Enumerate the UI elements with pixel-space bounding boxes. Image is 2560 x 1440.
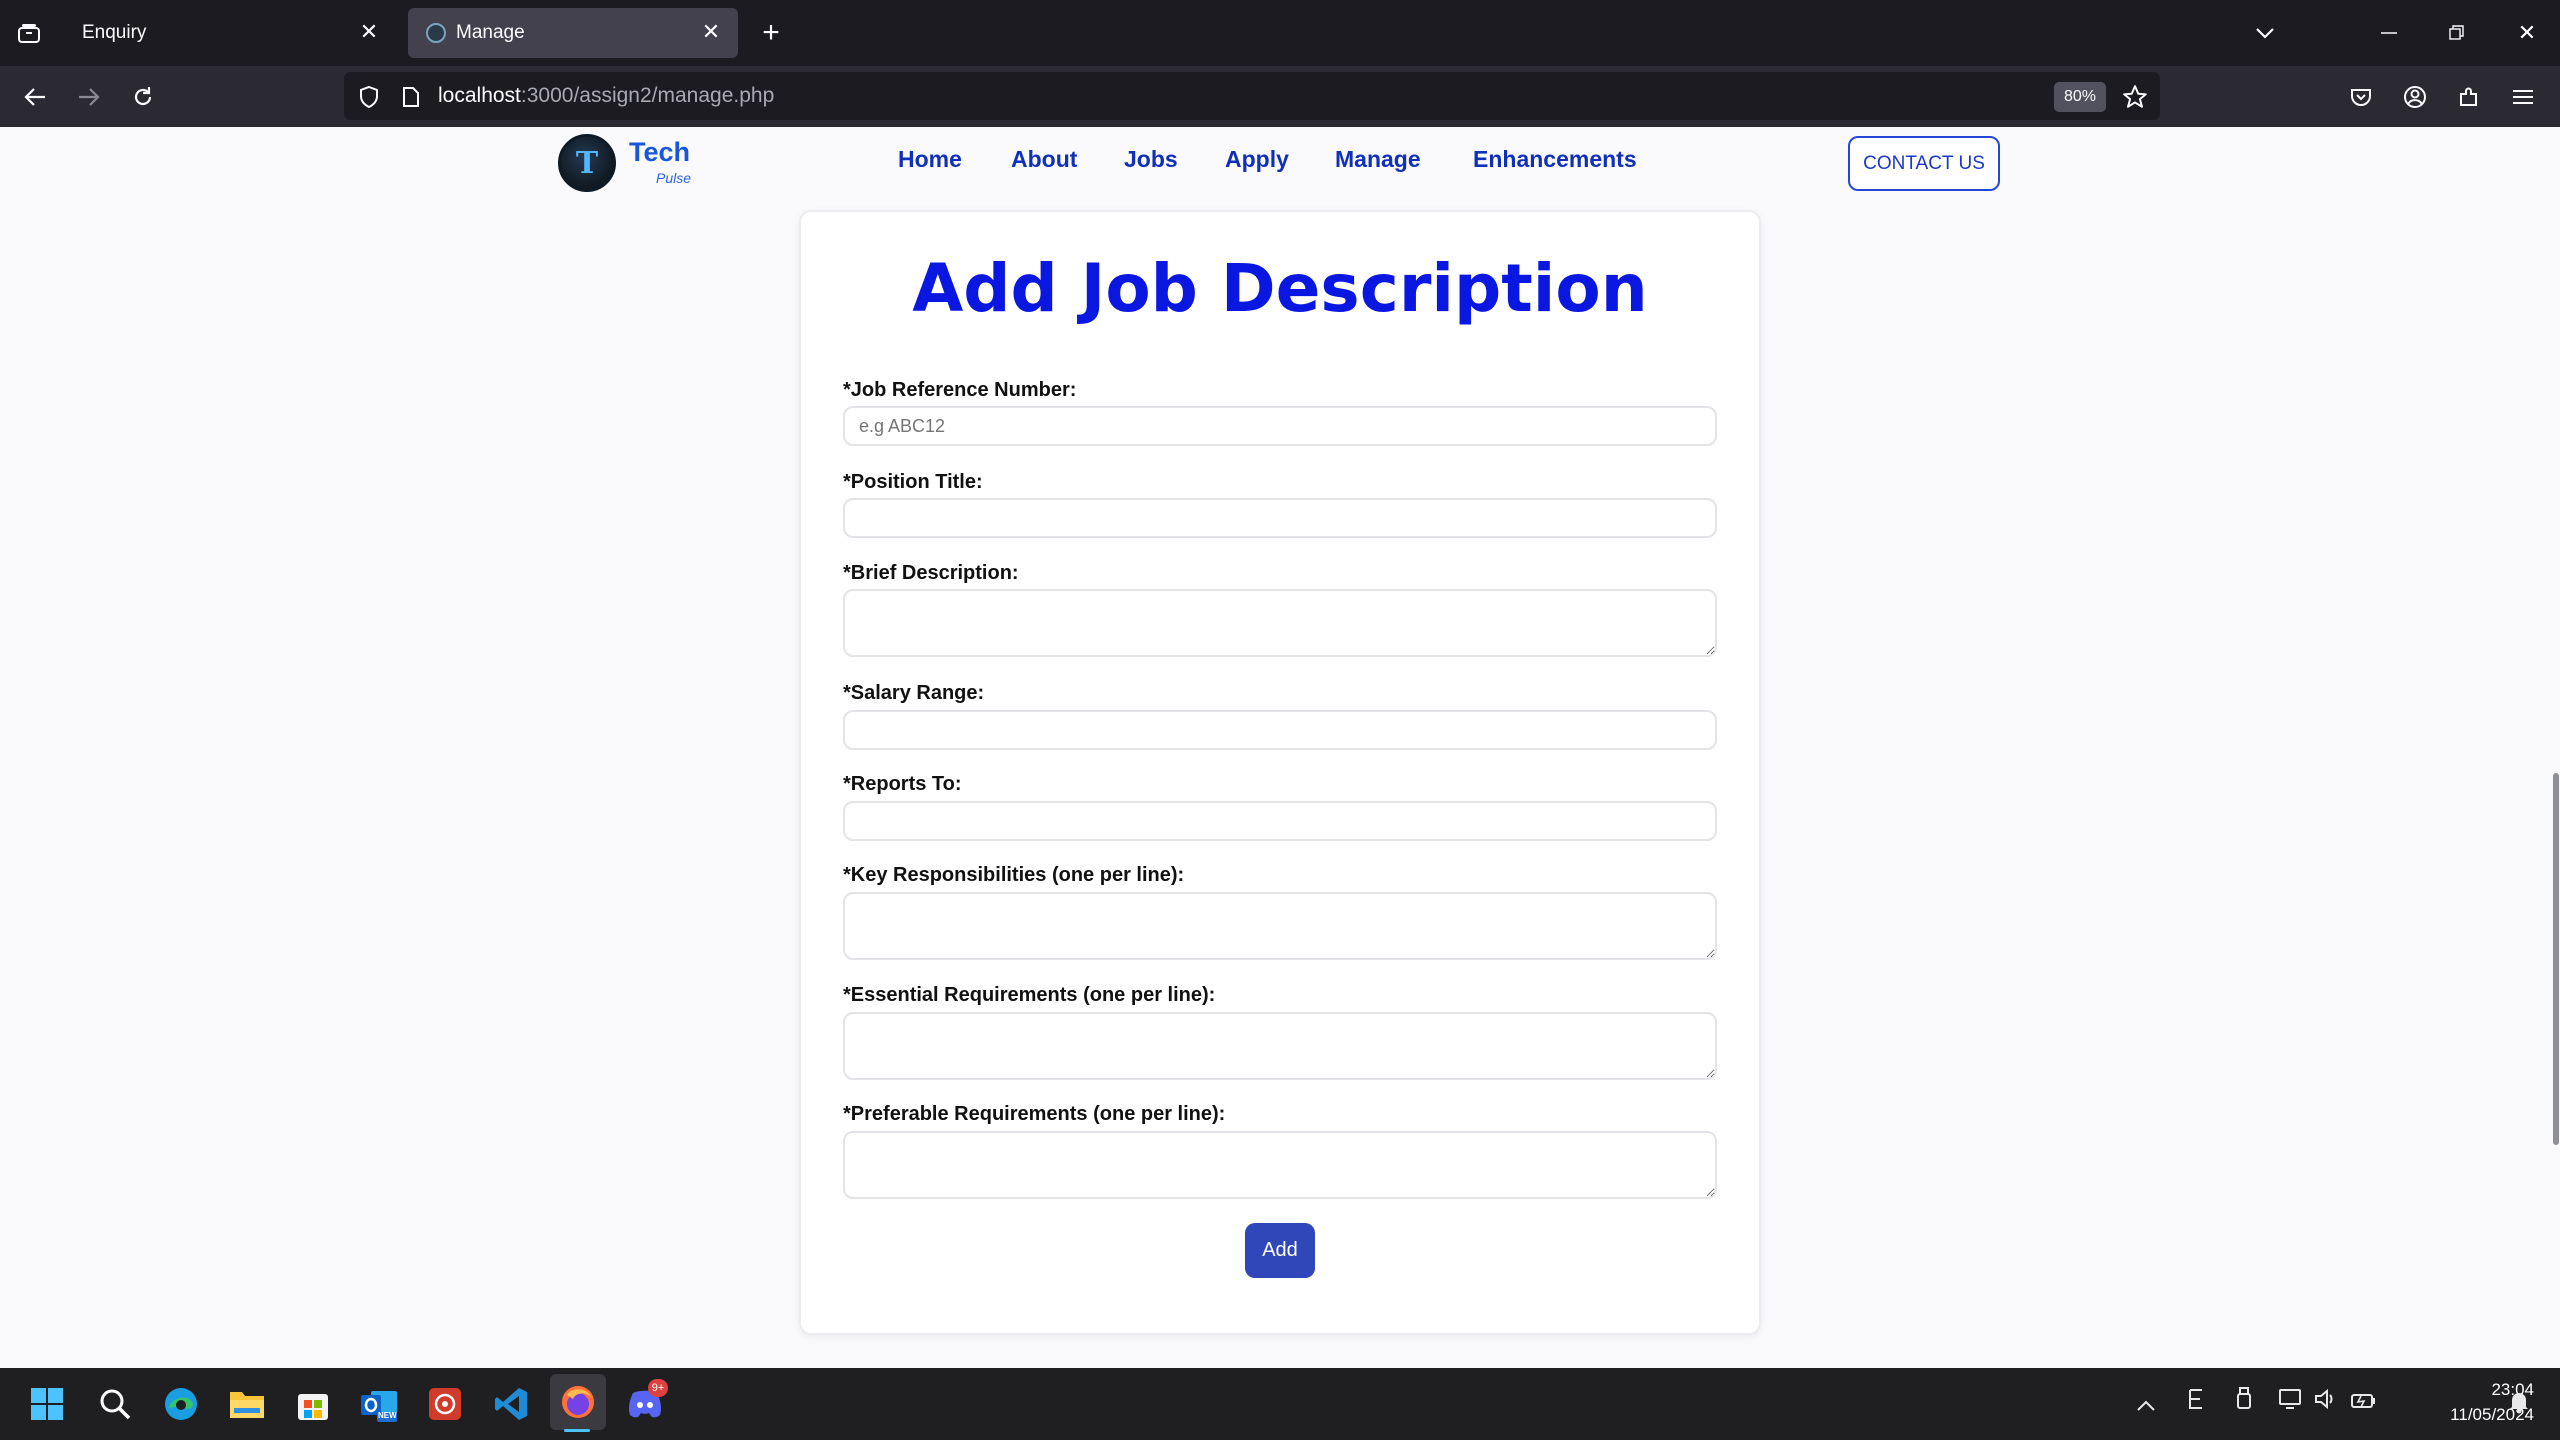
tab-title: Enquiry bbox=[82, 22, 147, 43]
tab-list-icon[interactable] bbox=[14, 18, 44, 48]
reports-to-label: *Reports To: bbox=[843, 773, 962, 795]
bookmark-star-icon[interactable] bbox=[2120, 82, 2150, 112]
position-title-label: *Position Title: bbox=[843, 471, 983, 493]
favicon-icon bbox=[426, 23, 446, 43]
zoom-level[interactable]: 80% bbox=[2054, 82, 2106, 112]
reload-icon[interactable] bbox=[126, 80, 160, 114]
close-window-icon[interactable]: ✕ bbox=[2512, 18, 2542, 48]
brief-description-label: *Brief Description: bbox=[843, 562, 1019, 584]
nav-home[interactable]: Home bbox=[898, 146, 962, 173]
search-icon[interactable] bbox=[94, 1383, 136, 1425]
firefox-icon[interactable] bbox=[550, 1374, 606, 1430]
page-title: Add Job Description bbox=[912, 250, 1648, 327]
new-tab-icon[interactable]: + bbox=[756, 16, 786, 49]
job-ref-label: *Job Reference Number: bbox=[843, 379, 1077, 401]
logo-subtext: Pulse bbox=[656, 170, 692, 186]
contact-us-button[interactable]: CONTACT US bbox=[1848, 136, 2000, 191]
store-icon[interactable] bbox=[292, 1383, 334, 1425]
account-icon[interactable] bbox=[2400, 82, 2430, 112]
back-icon[interactable] bbox=[18, 80, 52, 114]
app-red-icon[interactable] bbox=[424, 1383, 466, 1425]
tab-title: Manage bbox=[456, 22, 525, 43]
nav-about[interactable]: About bbox=[1011, 146, 1077, 173]
salary-range-input[interactable] bbox=[843, 710, 1717, 750]
restore-icon[interactable] bbox=[2442, 18, 2472, 48]
shield-icon[interactable] bbox=[354, 82, 384, 112]
chevron-down-icon[interactable] bbox=[2250, 18, 2280, 48]
tab-enquiry[interactable]: Enquiry ✕ bbox=[64, 8, 396, 58]
preferable-requirements-textarea[interactable] bbox=[843, 1131, 1717, 1199]
volume-icon[interactable] bbox=[2314, 1388, 2338, 1416]
pocket-icon[interactable] bbox=[2346, 82, 2376, 112]
page-icon[interactable] bbox=[396, 82, 426, 112]
key-responsibilities-textarea[interactable] bbox=[843, 892, 1717, 960]
salary-range-label: *Salary Range: bbox=[843, 682, 985, 704]
network-icon[interactable] bbox=[2278, 1388, 2304, 1416]
battery-icon[interactable] bbox=[2350, 1390, 2376, 1416]
forward-icon[interactable] bbox=[72, 80, 106, 114]
preferable-requirements-label: *Preferable Requirements (one per line): bbox=[843, 1103, 1226, 1125]
keyboard-icon[interactable] bbox=[2188, 1388, 2206, 1416]
tab-manage[interactable]: Manage ✕ bbox=[408, 8, 738, 58]
minimize-icon[interactable] bbox=[2374, 18, 2404, 48]
nav-jobs[interactable]: Jobs bbox=[1124, 146, 1178, 173]
add-button[interactable]: Add bbox=[1245, 1223, 1315, 1278]
file-explorer-icon[interactable] bbox=[226, 1383, 268, 1425]
key-responsibilities-label: *Key Responsibilities (one per line): bbox=[843, 864, 1185, 886]
essential-requirements-textarea[interactable] bbox=[843, 1012, 1717, 1080]
outlook-badge: NEW bbox=[378, 1411, 397, 1420]
nav-enhancements[interactable]: Enhancements bbox=[1473, 146, 1637, 173]
notification-badge: 9+ bbox=[648, 1379, 668, 1397]
logo-text[interactable]: Tech bbox=[629, 137, 690, 168]
brief-description-textarea[interactable] bbox=[843, 589, 1717, 657]
position-title-input[interactable] bbox=[843, 498, 1717, 538]
vscode-icon[interactable] bbox=[490, 1383, 532, 1425]
url-host: localhost bbox=[438, 84, 521, 107]
nav-apply[interactable]: Apply bbox=[1225, 146, 1289, 173]
edge-icon[interactable] bbox=[160, 1383, 202, 1425]
job-ref-input[interactable] bbox=[843, 406, 1717, 446]
close-tab-icon[interactable]: ✕ bbox=[356, 19, 382, 45]
menu-icon[interactable] bbox=[2508, 82, 2538, 112]
chevron-up-icon[interactable] bbox=[2136, 1392, 2156, 1418]
logo-icon[interactable]: T bbox=[558, 134, 616, 192]
reports-to-input[interactable] bbox=[843, 801, 1717, 841]
start-icon[interactable] bbox=[26, 1383, 68, 1425]
url-path: :3000/assign2/manage.php bbox=[520, 84, 775, 107]
extensions-icon[interactable] bbox=[2454, 82, 2484, 112]
outlook-icon[interactable]: NEW bbox=[358, 1383, 400, 1425]
active-app-indicator bbox=[564, 1429, 590, 1432]
url-text[interactable]: localhost:3000/assign2/manage.php bbox=[438, 72, 774, 120]
nav-manage[interactable]: Manage bbox=[1335, 146, 1421, 173]
essential-requirements-label: *Essential Requirements (one per line): bbox=[843, 984, 1216, 1006]
usb-icon[interactable] bbox=[2236, 1386, 2252, 1416]
close-tab-icon[interactable]: ✕ bbox=[698, 19, 724, 45]
scrollbar-thumb[interactable] bbox=[2553, 773, 2559, 1145]
notification-bell-icon[interactable] bbox=[2508, 1390, 2530, 1420]
